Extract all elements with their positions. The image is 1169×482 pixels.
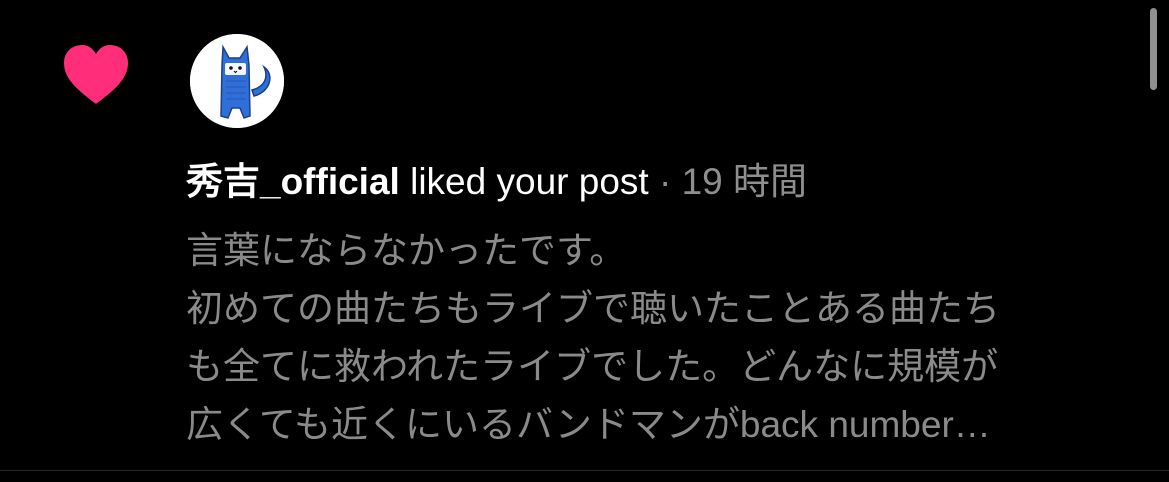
- username-link[interactable]: 秀吉_official: [186, 161, 400, 202]
- heart-icon: [62, 44, 130, 106]
- separator-dot: ·: [658, 161, 672, 202]
- blue-cat-avatar-icon: [190, 34, 284, 128]
- comment-line-4: 広くても近くにいるバンドマンがback number…: [186, 404, 991, 445]
- comment-line-3: も全てに救われたライブでした。どんなに規模が: [186, 346, 999, 387]
- notification-time: 19 時間: [681, 161, 808, 202]
- divider: [0, 470, 1169, 471]
- notification-action-text: liked your post: [410, 161, 649, 202]
- scrollbar-thumb[interactable]: [1150, 8, 1157, 90]
- comment-preview[interactable]: 言葉にならなかったです。 初めての曲たちもライブで聴いたことある曲たち も全てに…: [186, 222, 1146, 454]
- avatar[interactable]: [190, 34, 284, 128]
- like-notification[interactable]: 秀吉_official liked your post · 19 時間 言葉にな…: [0, 0, 1169, 470]
- comment-line-2: 初めての曲たちもライブで聴いたことある曲たち: [186, 288, 1000, 329]
- notification-headline: 秀吉_official liked your post · 19 時間: [186, 158, 807, 206]
- comment-line-1: 言葉にならなかったです。: [186, 230, 627, 271]
